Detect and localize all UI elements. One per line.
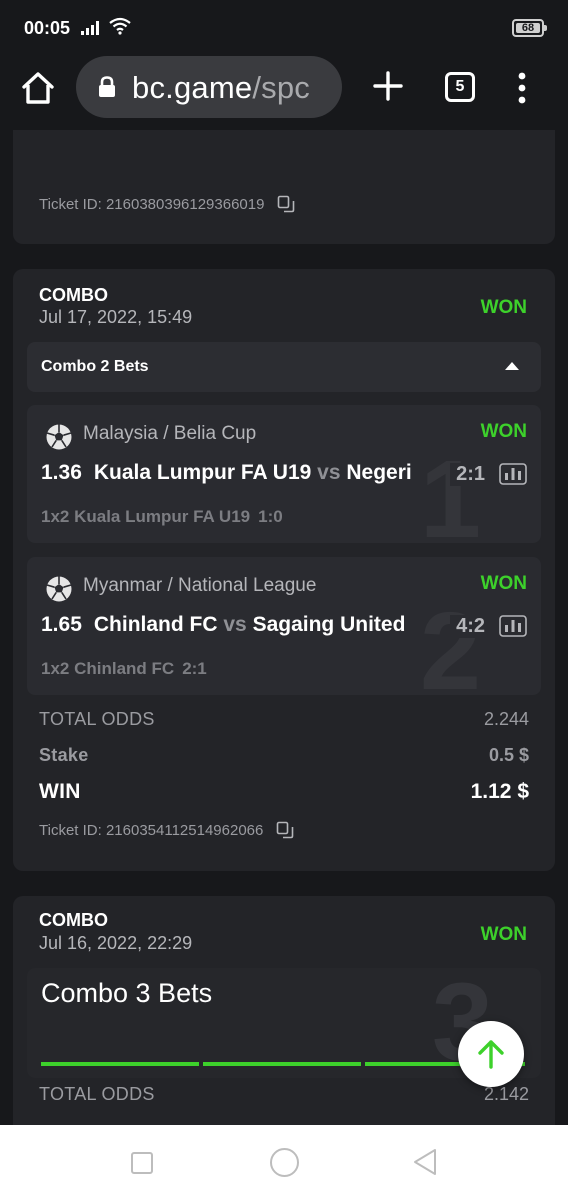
tab-switcher-button[interactable]: 5	[445, 72, 475, 102]
status-time: 00:05	[24, 18, 71, 38]
address-bar[interactable]: bc.game/spc	[76, 56, 342, 118]
back-icon[interactable]	[410, 1147, 440, 1177]
total-odds-value: 2.244	[483, 709, 529, 729]
bet-card-previous: Ticket ID: 2160380396129366019	[13, 130, 555, 244]
vs-label: vs	[223, 613, 247, 636]
home-team: Kuala Lumpur FA U19	[93, 461, 312, 484]
total-odds-label: TOTAL ODDS	[39, 1084, 155, 1104]
copy-icon[interactable]	[277, 195, 295, 213]
browser-toolbar: bc.game/spc 5	[0, 56, 568, 130]
status-bar: 00:05 68	[0, 0, 568, 56]
stake-value: 0.5 $	[488, 745, 529, 765]
ticket-id: Ticket ID: 2160354112514962066	[39, 821, 294, 839]
total-odds-label: TOTAL ODDS	[39, 709, 155, 729]
bet-type: COMBO	[39, 910, 108, 930]
lock-icon	[99, 76, 115, 97]
away-team: Sagaing United	[252, 613, 406, 636]
leg-status: WON	[480, 573, 527, 594]
home-team: Chinland FC	[93, 613, 218, 636]
win-label: WIN	[39, 780, 81, 803]
bet-leg[interactable]: 2 Myanmar / National League WON 1.65 Chin…	[27, 557, 541, 695]
soccer-ball-icon	[46, 576, 72, 602]
bet-pick: 1x2 Kuala Lumpur FA U19 1:0	[41, 507, 283, 526]
leg-number: 2	[419, 590, 481, 696]
match-line: 1.65 Chinland FC vs Sagaing United	[41, 613, 491, 637]
copy-icon[interactable]	[276, 821, 294, 839]
scroll-to-top-button[interactable]	[458, 1021, 524, 1087]
leg-odds: 1.36	[41, 461, 82, 484]
bet-pick: 1x2 Chinland FC 2:1	[41, 659, 207, 678]
total-odds-value: 2.142	[483, 1084, 529, 1104]
battery-indicator: 68	[512, 19, 547, 37]
bet-history-content[interactable]: Ticket ID: 2160380396129366019 COMBO Jul…	[0, 130, 568, 1125]
league-name: Malaysia / Belia Cup	[83, 423, 257, 444]
match-score: 4:2	[450, 615, 485, 638]
combo-bets-toggle[interactable]: Combo 2 Bets	[27, 342, 541, 392]
arrow-up-icon	[478, 1040, 504, 1069]
recents-button[interactable]	[131, 1152, 153, 1174]
system-nav-bar	[0, 1125, 568, 1200]
signal-icon	[81, 21, 99, 35]
status-badge: WON	[480, 297, 527, 318]
stats-icon[interactable]	[499, 615, 527, 637]
bet-leg[interactable]: 1 Malaysia / Belia Cup WON 1.36 Kuala Lum…	[27, 405, 541, 543]
leg-status: WON	[480, 421, 527, 442]
win-value: 1.12 $	[470, 780, 529, 803]
bet-card-combo-2: COMBO Jul 17, 2022, 15:49 WON Combo 2 Be…	[13, 269, 555, 871]
menu-icon[interactable]	[510, 70, 534, 106]
leg-number: 1	[419, 438, 481, 544]
chevron-up-icon	[505, 362, 519, 370]
progress-segment	[203, 1062, 361, 1066]
bet-date: Jul 16, 2022, 22:29	[39, 933, 193, 953]
match-line: 1.36 Kuala Lumpur FA U19 vs Negeri	[41, 461, 491, 485]
status-badge: WON	[480, 924, 527, 945]
combo-bets-label: Combo 2 Bets	[41, 358, 149, 375]
progress-segment	[41, 1062, 199, 1066]
bet-date: Jul 17, 2022, 15:49	[39, 307, 193, 327]
wifi-icon	[109, 17, 131, 35]
stake-label: Stake	[39, 745, 89, 765]
soccer-ball-icon	[46, 424, 72, 450]
combo-bets-label: Combo 3 Bets	[41, 978, 213, 1008]
away-team: Negeri	[346, 461, 412, 484]
match-score: 2:1	[450, 463, 485, 486]
bet-type: COMBO	[39, 285, 108, 305]
home-button[interactable]	[270, 1148, 299, 1177]
league-name: Myanmar / National League	[83, 575, 317, 596]
home-icon[interactable]	[18, 68, 58, 108]
stats-icon[interactable]	[499, 463, 527, 485]
leg-odds: 1.65	[41, 613, 82, 636]
ticket-id: Ticket ID: 2160380396129366019	[39, 195, 295, 213]
url-text: bc.game/spc	[132, 70, 310, 105]
bet-card-combo-3: COMBO Jul 16, 2022, 22:29 WON 3 Combo 3 …	[13, 896, 555, 1125]
plus-icon[interactable]	[370, 68, 406, 104]
vs-label: vs	[317, 461, 341, 484]
